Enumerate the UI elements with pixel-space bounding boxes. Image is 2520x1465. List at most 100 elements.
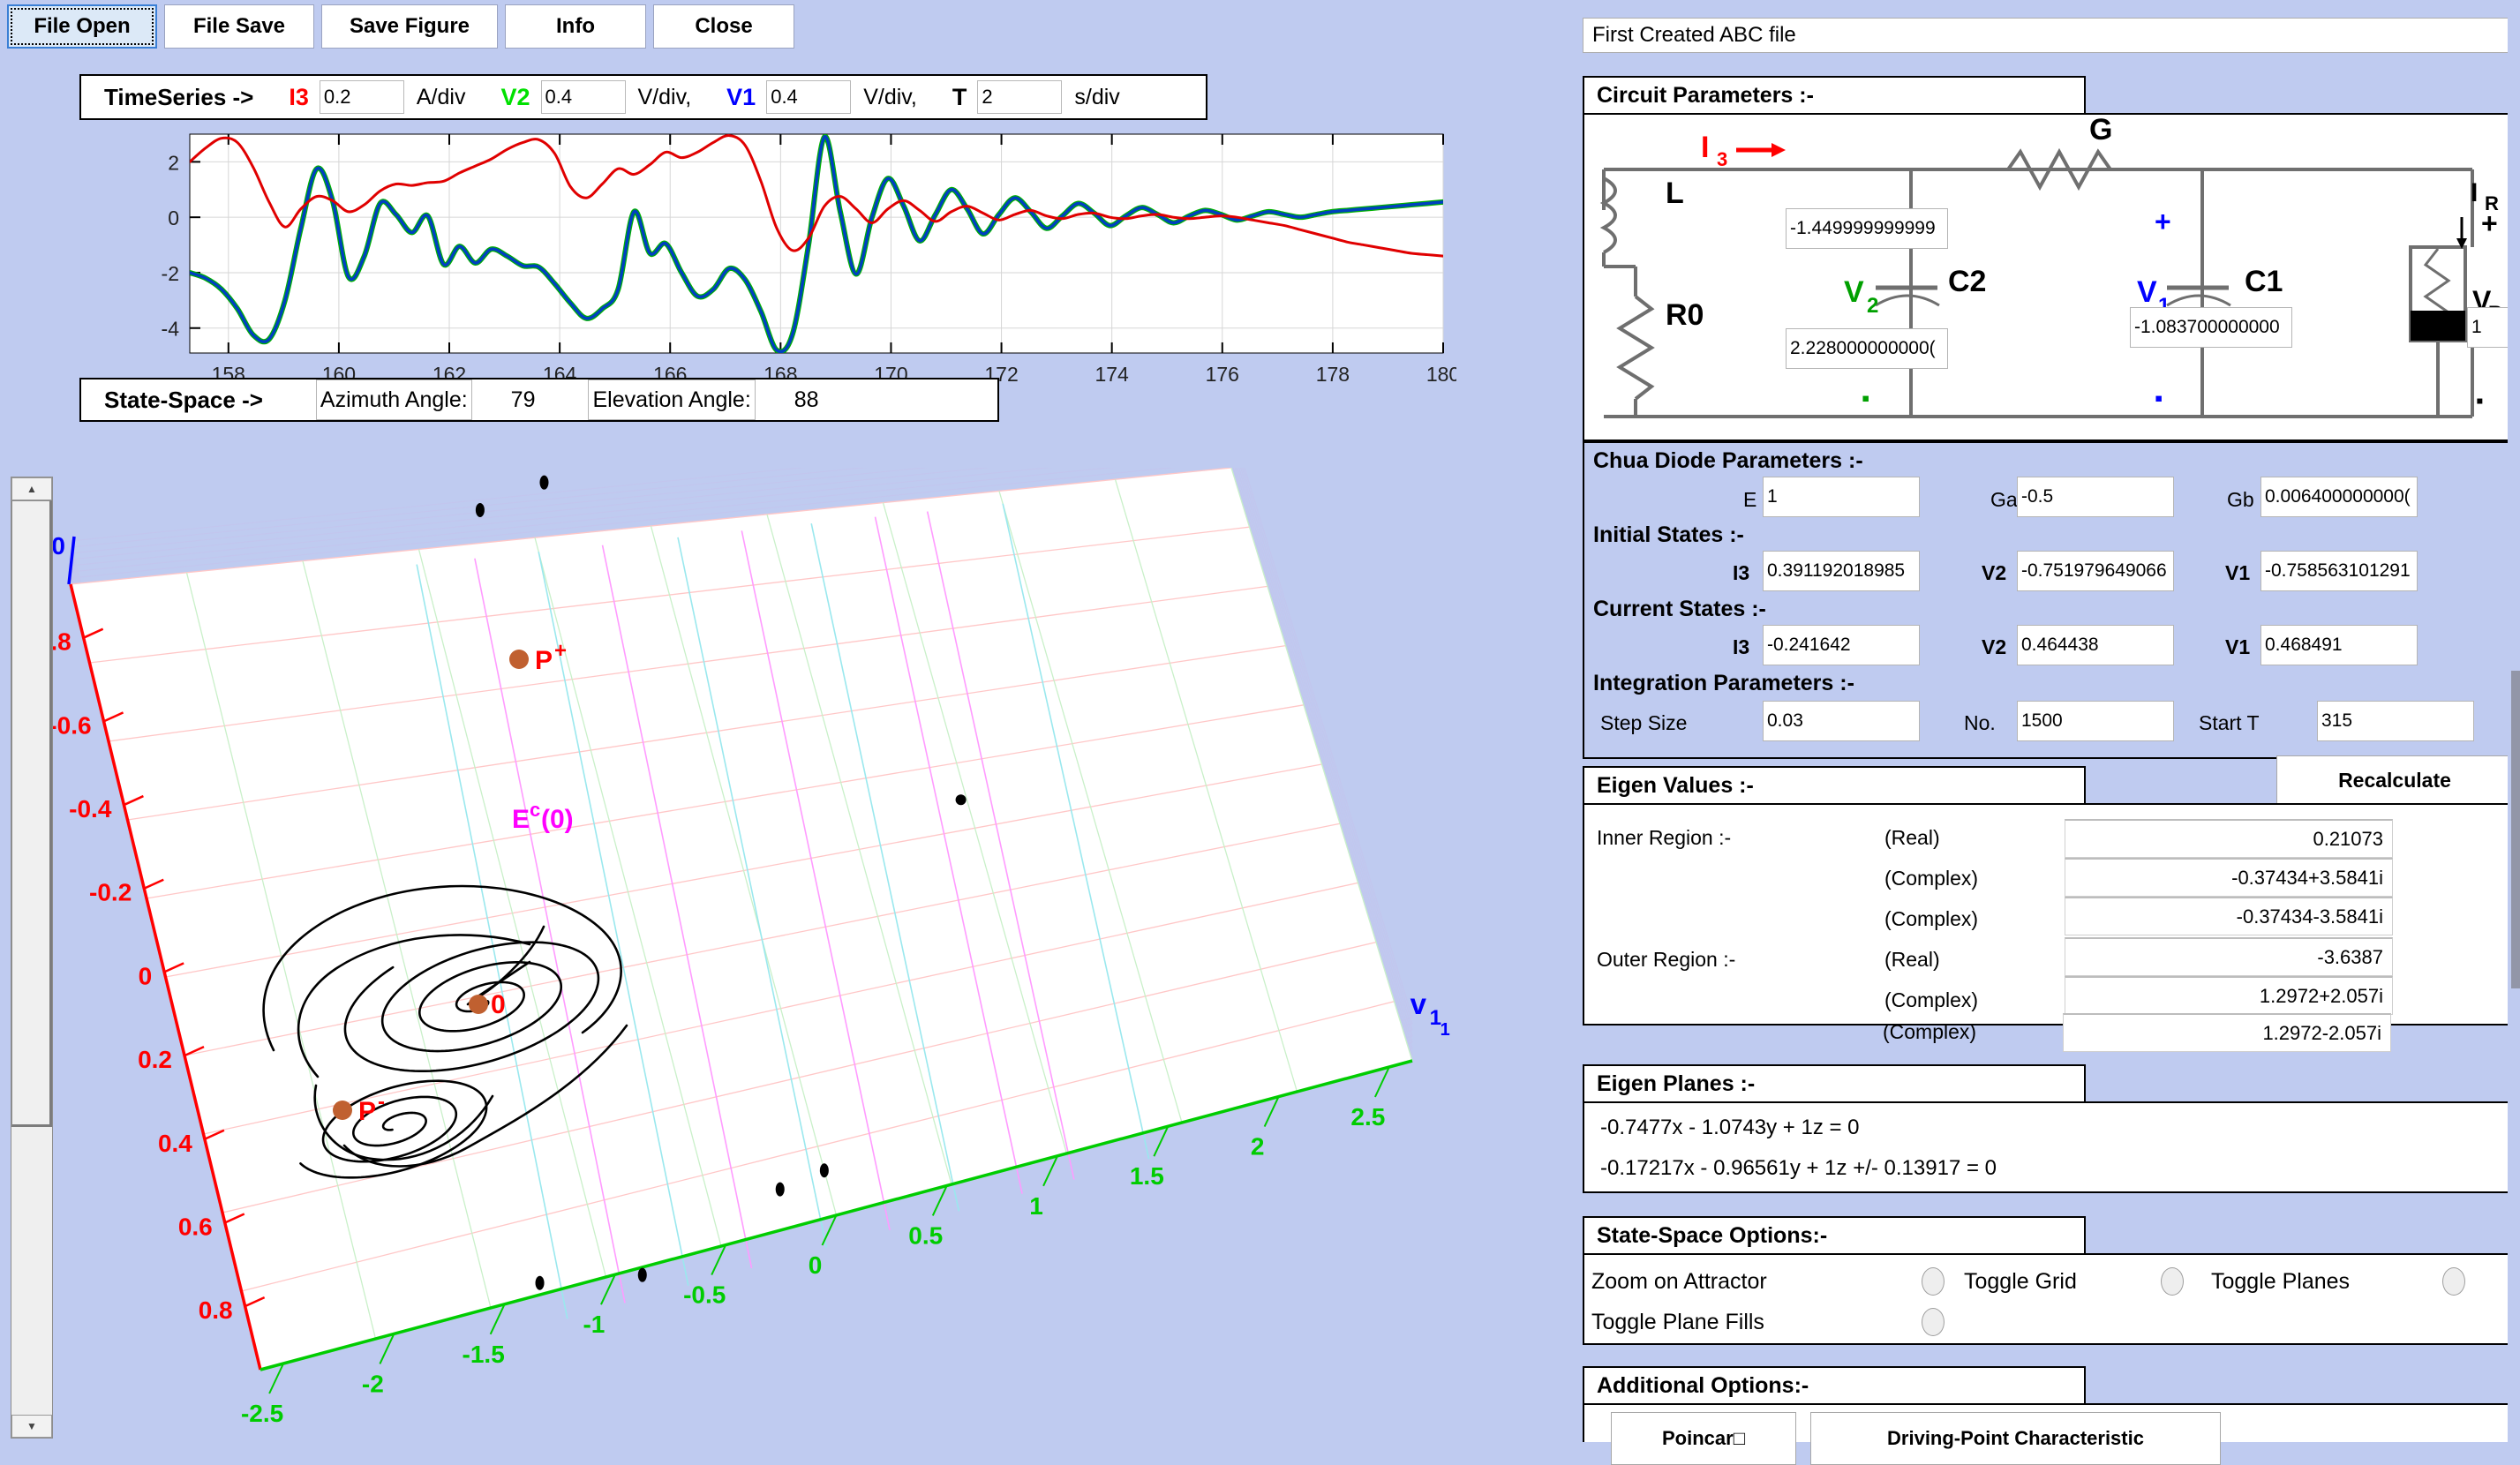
driving-point-characteristic-button[interactable]: Driving-Point Characteristic: [1810, 1412, 2221, 1465]
window-vertical-scrollbar[interactable]: [2508, 0, 2520, 1442]
eigen-kind-0: (Real): [1884, 826, 1940, 850]
initial-i3-input[interactable]: [1763, 551, 1920, 591]
timeseries-t-input[interactable]: [977, 80, 1062, 114]
no-input[interactable]: [2017, 701, 2174, 741]
initial-v2-input[interactable]: [2017, 551, 2174, 591]
toggle-plane-fills-radio[interactable]: [1922, 1308, 1945, 1336]
svg-text:-1.5: -1.5: [463, 1341, 505, 1368]
chua-Ga-input[interactable]: [2017, 477, 2174, 517]
svg-text:-2: -2: [362, 1370, 384, 1397]
svg-text:▪: ▪: [1862, 385, 1869, 411]
window-scrollbar-thumb[interactable]: [2511, 671, 2520, 988]
additional-options-title: Additional Options:-: [1583, 1366, 2086, 1405]
circuit-diagram-svg: I3LR0GC2C1V2V1IRVR+▪+▪+▪: [1584, 115, 2515, 440]
svg-text:1: 1: [1029, 1192, 1043, 1220]
statespace-settings-bar: State-Space -> Azimuth Angle: 79 Elevati…: [79, 378, 999, 422]
outer-region-label: Outer Region :-: [1597, 948, 1735, 972]
eigen-values-title: Eigen Values :-: [1583, 766, 2086, 805]
file-save-button[interactable]: File Save: [164, 4, 314, 49]
scroll-up-arrow-icon[interactable]: ▲: [11, 477, 52, 500]
current-v1-input[interactable]: [2260, 625, 2418, 665]
initial-v1-input[interactable]: [2260, 551, 2418, 591]
svg-text:2: 2: [1867, 294, 1878, 318]
eigen-value-4[interactable]: 1.2972+2.057i: [2065, 976, 2393, 1015]
svg-text:v: v: [1410, 988, 1427, 1020]
svg-text:I: I: [1701, 131, 1709, 164]
poincare-button[interactable]: Poincar□: [1611, 1412, 1796, 1465]
file-info-field[interactable]: First Created ABC file: [1583, 18, 2516, 53]
azimuth-value[interactable]: 79: [511, 387, 536, 413]
eigen-value-3[interactable]: -3.6387: [2065, 937, 2393, 976]
start-t-input[interactable]: [2317, 701, 2474, 741]
timeseries-i3-input[interactable]: [320, 80, 404, 114]
svg-text:C2: C2: [1948, 265, 1986, 298]
chua-E-label: E: [1743, 488, 1756, 512]
timeseries-v1-input[interactable]: [766, 80, 851, 114]
info-button[interactable]: Info: [505, 4, 646, 49]
current-i3-label: I3: [1733, 635, 1749, 659]
timeseries-chart[interactable]: 15816016216416616817017217417617818020-2…: [79, 132, 1456, 397]
timeseries-v2-input[interactable]: [541, 80, 626, 114]
toggle-grid-radio[interactable]: [2161, 1267, 2184, 1296]
svg-text:(0): (0): [541, 805, 574, 834]
svg-text:0: 0: [491, 990, 506, 1019]
circuit-R0-input[interactable]: [1786, 328, 1948, 369]
toggle-plane-fills-label: Toggle Plane Fills: [1591, 1310, 1764, 1335]
current-states-title: Current States :-: [1593, 597, 1766, 622]
svg-text:+: +: [554, 639, 567, 663]
initial-i3-label: I3: [1733, 561, 1749, 585]
circuit-parameters-title: Circuit Parameters :-: [1583, 76, 2086, 115]
svg-text:-0.2: -0.2: [89, 879, 132, 906]
timeseries-title: TimeSeries ->: [104, 84, 253, 111]
svg-text:I: I: [2471, 178, 2478, 207]
eigen-value-0[interactable]: 0.21073: [2065, 819, 2393, 858]
integration-parameters-title: Integration Parameters :-: [1593, 671, 1854, 696]
statespace-vertical-scrollbar[interactable]: ▲ ▼: [11, 477, 53, 1439]
svg-text:0.4: 0.4: [158, 1130, 192, 1157]
svg-text:-0.5: -0.5: [683, 1281, 726, 1309]
svg-text:-0.4: -0.4: [69, 795, 112, 823]
toggle-grid-label: Toggle Grid: [1964, 1269, 2077, 1295]
svg-text:176: 176: [1206, 363, 1239, 386]
eigen-plane-equation-2: -0.17217x - 0.96561y + 1z +/- 0.13917 = …: [1600, 1156, 1997, 1181]
eigen-planes-box: -0.7477x - 1.0743y + 1z = 0 -0.17217x - …: [1583, 1101, 2516, 1193]
current-i3-input[interactable]: [1763, 625, 1920, 665]
toggle-planes-label: Toggle Planes: [2211, 1269, 2350, 1295]
save-figure-button[interactable]: Save Figure: [321, 4, 498, 49]
eigen-values-box: Inner Region :- Outer Region :- (Real) (…: [1583, 803, 2516, 1026]
eigen-planes-title: Eigen Planes :-: [1583, 1064, 2086, 1103]
toggle-planes-radio[interactable]: [2442, 1267, 2465, 1296]
svg-text:0: 0: [168, 207, 179, 229]
circuit-C2-input[interactable]: [2130, 307, 2292, 348]
statespace-3d-plot[interactable]: -0.8-0.6-0.4-0.200.20.40.60.80-2.5-2-1.5…: [53, 468, 1553, 1442]
elevation-value[interactable]: 88: [794, 387, 819, 413]
svg-text:G: G: [2089, 115, 2112, 146]
svg-text:C1: C1: [2245, 265, 2283, 298]
close-button[interactable]: Close: [653, 4, 794, 49]
eigen-value-5[interactable]: 1.2972-2.057i: [2063, 1013, 2391, 1052]
eigen-value-1[interactable]: -0.37434+3.5841i: [2065, 858, 2393, 897]
timeseries-settings-bar: TimeSeries -> I3 A/div V2 V/div, V1 V/di…: [79, 74, 1207, 120]
chua-Gb-input[interactable]: [2260, 477, 2418, 517]
additional-options-box: Poincar□ Driving-Point Characteristic: [1583, 1403, 2516, 1442]
svg-text:1.5: 1.5: [1130, 1162, 1164, 1190]
timeseries-svg: 15816016216416616817017217417617818020-2…: [79, 132, 1456, 397]
recalculate-button[interactable]: Recalculate: [2276, 755, 2513, 805]
eigen-kind-3: (Real): [1884, 948, 1940, 972]
timeseries-i3-label: I3: [289, 84, 309, 111]
elevation-label: Elevation Angle:: [588, 379, 755, 420]
step-size-input[interactable]: [1763, 701, 1920, 741]
svg-text:-2: -2: [162, 262, 179, 285]
svg-text:0: 0: [53, 532, 65, 560]
zoom-on-attractor-radio[interactable]: [1922, 1267, 1945, 1296]
chua-E-input[interactable]: [1763, 477, 1920, 517]
eigen-value-2[interactable]: -0.37434-3.5841i: [2065, 897, 2393, 935]
svg-text:-0.8: -0.8: [53, 628, 71, 656]
scrollbar-thumb[interactable]: [11, 500, 52, 1127]
scroll-down-arrow-icon[interactable]: ▼: [11, 1415, 52, 1438]
svg-text:3: 3: [1717, 148, 1727, 170]
file-open-button[interactable]: File Open: [7, 4, 157, 49]
eigen-kind-1: (Complex): [1884, 867, 1978, 890]
circuit-L-input[interactable]: [1786, 208, 1948, 249]
current-v2-input[interactable]: [2017, 625, 2174, 665]
